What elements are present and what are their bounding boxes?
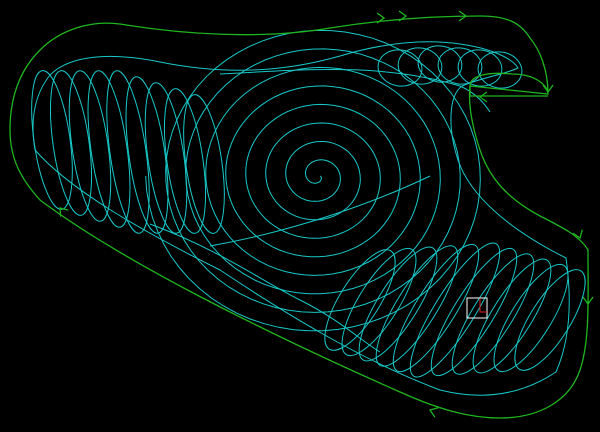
bottom-loop — [375, 245, 459, 367]
bottom-loop — [409, 242, 501, 378]
bottom-loop — [430, 247, 518, 377]
toolpath-canvas[interactable] — [0, 0, 600, 432]
bottom-loop — [392, 243, 480, 373]
bottom-loop — [472, 258, 552, 374]
cad-viewport[interactable] — [0, 0, 600, 432]
pocket-toolpath-group — [31, 29, 586, 396]
spiral-exit-arc — [209, 175, 431, 247]
bottom-loop — [451, 253, 535, 375]
top-loop — [457, 49, 503, 87]
direction-arrow-icon — [572, 229, 583, 240]
bottom-loop — [358, 246, 438, 362]
direction-arrows-group — [59, 10, 594, 418]
